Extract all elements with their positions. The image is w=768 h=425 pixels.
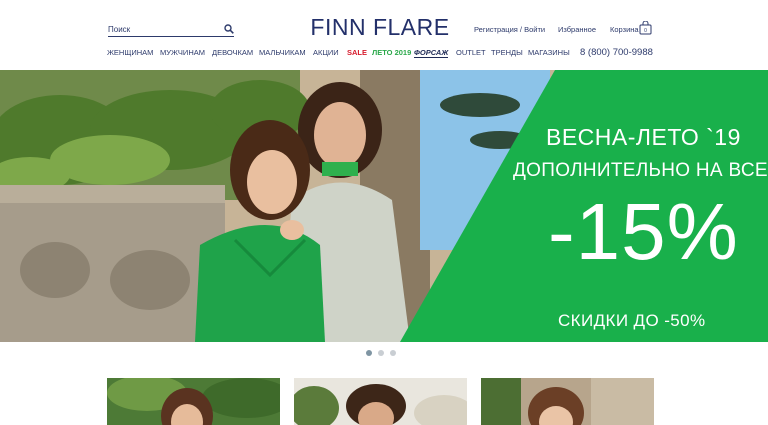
- nav-item-promotions[interactable]: АКЦИИ: [313, 48, 339, 57]
- category-tile-2[interactable]: [294, 378, 467, 425]
- nav-item-women[interactable]: ЖЕНЩИНАМ: [107, 48, 153, 57]
- nav-item-trends[interactable]: ТРЕНДЫ: [491, 48, 523, 57]
- carousel-dots: [364, 350, 404, 358]
- nav-item-stores[interactable]: МАГАЗИНЫ: [528, 48, 570, 57]
- register-login-link[interactable]: Регистрация / Войти: [474, 25, 545, 34]
- promo-discount: -15%: [548, 187, 739, 276]
- nav-item-forsazh[interactable]: ФОРСАЖ: [414, 48, 449, 58]
- svg-text:0: 0: [644, 28, 647, 34]
- cart-link[interactable]: Корзина: [610, 25, 639, 34]
- category-tile-3-photo: [481, 378, 654, 425]
- category-tile-1-photo: [107, 378, 280, 425]
- cart-icon[interactable]: 0: [639, 21, 652, 35]
- nav-item-girls[interactable]: ДЕВОЧКАМ: [212, 48, 253, 57]
- brand-logo[interactable]: FINN FLARE: [300, 14, 460, 41]
- nav-item-outlet[interactable]: OUTLET: [456, 48, 486, 57]
- favorites-link[interactable]: Избранное: [558, 25, 596, 34]
- carousel-dot-2[interactable]: [378, 350, 384, 356]
- promo-discount-note: СКИДКИ ДО -50%: [558, 311, 706, 330]
- nav-item-men[interactable]: МУЖЧИНАМ: [160, 48, 205, 57]
- nav-item-boys[interactable]: МАЛЬЧИКАМ: [259, 48, 306, 57]
- hero-banner[interactable]: ВЕСНА-ЛЕТО `19 ДОПОЛНИТЕЛЬНО НА ВСЕ -15%…: [0, 70, 768, 342]
- promo-season-title: ВЕСНА-ЛЕТО `19: [546, 124, 741, 150]
- phone-number[interactable]: 8 (800) 700-9988: [580, 47, 653, 58]
- site-header: FINN FLARE Регистрация / Войти Избранное…: [0, 0, 768, 70]
- search-icon[interactable]: [224, 24, 234, 34]
- category-tile-3[interactable]: [481, 378, 654, 425]
- carousel-dot-3[interactable]: [390, 350, 396, 356]
- category-tile-1[interactable]: [107, 378, 280, 425]
- nav-item-sale[interactable]: SALE: [347, 48, 367, 57]
- nav-item-summer-2019[interactable]: ЛЕТО 2019: [372, 48, 411, 57]
- carousel-dot-1[interactable]: [366, 350, 372, 356]
- search-box[interactable]: [108, 22, 234, 37]
- category-tile-2-photo: [294, 378, 467, 425]
- search-input[interactable]: [108, 22, 216, 36]
- promo-subtitle: ДОПОЛНИТЕЛЬНО НА ВСЕ: [513, 160, 768, 181]
